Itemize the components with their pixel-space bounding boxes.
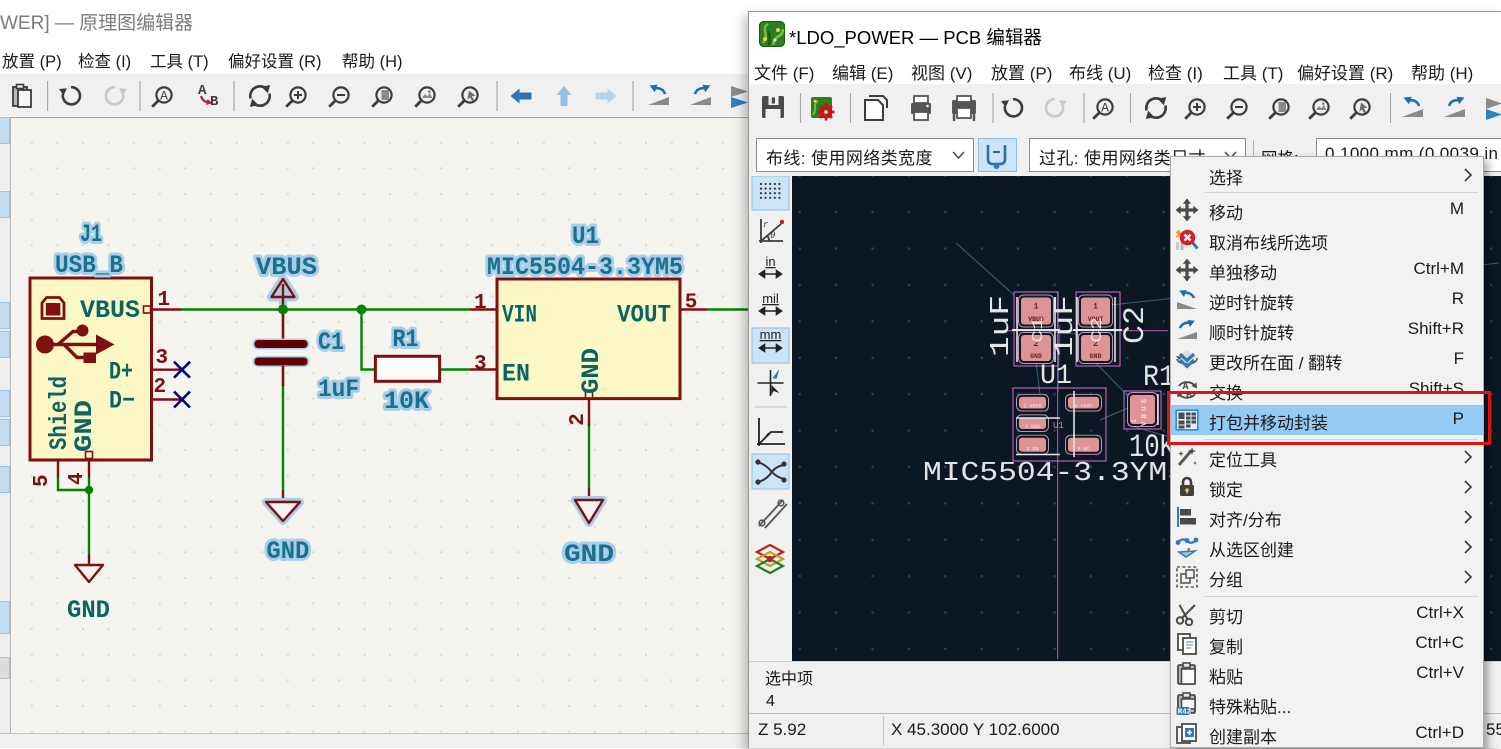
svg-text:1: 1: [158, 289, 171, 312]
svg-text:A: A: [198, 83, 207, 99]
svg-text:2: 2: [154, 376, 167, 399]
svg-text:R42: R42: [1178, 709, 1192, 716]
svg-text:1: 1: [1093, 303, 1098, 312]
svg-text:EN: EN: [502, 360, 530, 389]
svg-text:C2: C2: [1119, 306, 1153, 344]
svg-text:1: 1: [1034, 303, 1039, 312]
svg-text:1 VBUS: 1 VBUS: [1023, 403, 1041, 409]
svg-text:VBUS: VBUS: [80, 296, 140, 325]
svg-text:VIN: VIN: [502, 301, 537, 330]
svg-text:1uF: 1uF: [318, 375, 359, 404]
svg-text:1uF: 1uF: [1051, 295, 1081, 357]
svg-text:B: B: [210, 94, 219, 110]
svg-text:4: 4: [66, 472, 89, 485]
svg-text:VOUT: VOUT: [617, 301, 671, 330]
svg-text:5: 5: [685, 292, 698, 315]
svg-text:GND: GND: [577, 348, 606, 394]
svg-text:in: in: [765, 254, 775, 269]
svg-text:10K: 10K: [384, 387, 429, 416]
svg-text:U1: U1: [1040, 361, 1072, 392]
svg-text:θ: θ: [770, 231, 776, 241]
svg-text:USB_B: USB_B: [55, 251, 123, 280]
svg-text:4 VOUT: 4 VOUT: [1074, 403, 1092, 409]
svg-text:5 NC: 5 NC: [1077, 446, 1089, 452]
svg-text:VBUS: VBUS: [256, 253, 317, 282]
svg-text:GND: GND: [1030, 353, 1042, 360]
svg-text:GND: GND: [67, 596, 110, 625]
svg-text:1: 1: [1131, 419, 1139, 423]
svg-text:MIC5504-3.3YM5: MIC5504-3.3YM5: [923, 459, 1186, 489]
svg-text:GND: GND: [266, 537, 309, 566]
svg-text:C2: C2: [1089, 317, 1106, 343]
svg-text:U1: U1: [1053, 421, 1064, 431]
svg-text:R1: R1: [393, 325, 419, 354]
svg-text:C1: C1: [318, 328, 344, 357]
svg-text:3 EN: 3 EN: [1026, 446, 1038, 452]
svg-text:MIC5504-3.3YM5: MIC5504-3.3YM5: [487, 253, 683, 282]
svg-text:U1: U1: [572, 222, 599, 251]
svg-text:C1: C1: [1030, 317, 1047, 343]
svg-text:D+: D+: [109, 358, 133, 387]
svg-text:2 GND: 2 GND: [1025, 424, 1040, 430]
svg-text:A: A: [1101, 101, 1109, 116]
svg-text:2: 2: [567, 413, 590, 426]
svg-text:5: 5: [31, 474, 54, 487]
svg-text:mm: mm: [760, 327, 782, 342]
svg-text:mil: mil: [762, 291, 779, 306]
svg-text:GND: GND: [1090, 353, 1102, 360]
svg-text:J1: J1: [80, 220, 102, 249]
svg-text:D−: D−: [109, 387, 135, 416]
svg-text:A: A: [160, 89, 168, 104]
svg-text:r: r: [763, 220, 769, 230]
svg-text:1uF: 1uF: [987, 295, 1017, 357]
svg-text:1: 1: [474, 292, 487, 315]
svg-text:GND: GND: [70, 400, 99, 452]
svg-text:3: 3: [474, 353, 487, 376]
svg-text:GND: GND: [564, 540, 614, 569]
svg-text:3: 3: [156, 347, 169, 370]
